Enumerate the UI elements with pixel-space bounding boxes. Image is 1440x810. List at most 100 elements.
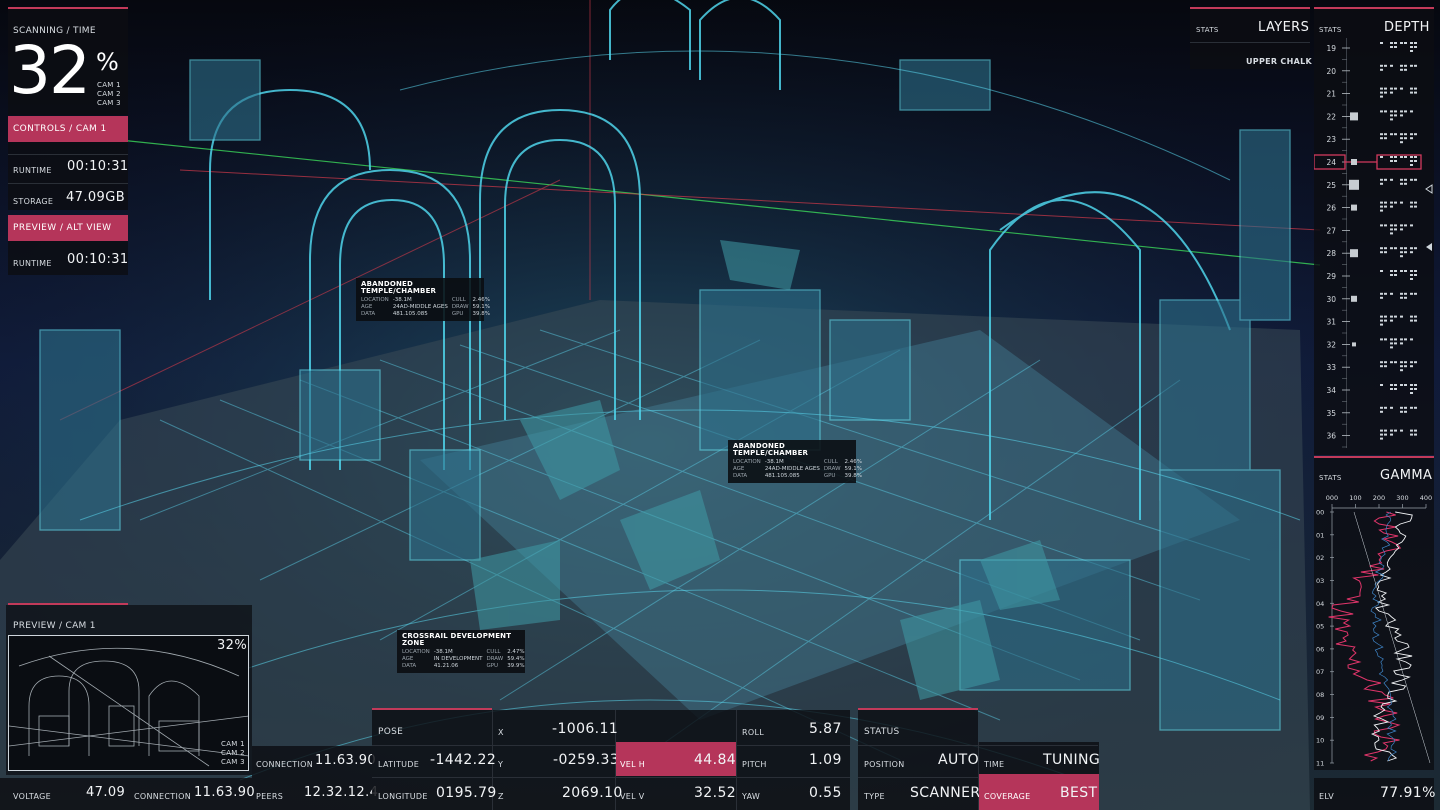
preview-cam-3: CAM 3 xyxy=(221,758,245,766)
depth-readout-dot xyxy=(1410,224,1413,227)
depth-readout-dot xyxy=(1390,133,1393,136)
depth-readout-dot xyxy=(1380,224,1383,227)
scene-tag-cell: AGE xyxy=(402,656,414,662)
depth-readout-dot xyxy=(1380,361,1383,364)
depth-readout-dot xyxy=(1400,296,1403,299)
depth-readout-dot xyxy=(1410,292,1413,295)
preview-thumbnail[interactable] xyxy=(8,635,249,771)
scene-tag-table: LOCATION -38.1M CULL 2.46% AGE 24AD-MIDDLE AG… xyxy=(361,297,494,318)
scene-tag-cell: DATA xyxy=(733,473,748,479)
depth-readout-dot xyxy=(1414,315,1417,318)
depth-readout-dot xyxy=(1394,42,1397,44)
depth-readout-dot xyxy=(1380,365,1383,368)
depth-tick-label: 32 xyxy=(1326,340,1336,349)
depth-title: DEPTH xyxy=(1384,20,1430,35)
depth-tick-label: 30 xyxy=(1326,295,1336,304)
gamma-trace-red xyxy=(1328,511,1402,762)
depth-readout-dot xyxy=(1410,384,1413,386)
depth-readout-dot xyxy=(1390,429,1393,432)
depth-readout-dot xyxy=(1400,255,1403,258)
yaw-label: YAW xyxy=(742,792,761,801)
alt-view-runtime-value: 00:10:31 xyxy=(67,252,129,267)
depth-readout-dot xyxy=(1410,315,1413,318)
scene-tag[interactable]: ABANDONED TEMPLE/CHAMBER LOCATION -38.1M C… xyxy=(728,440,862,483)
depth-tick-label: 36 xyxy=(1326,432,1336,441)
depth-readout-dot xyxy=(1394,228,1397,231)
alt-view-title[interactable]: PREVIEW / ALT VIEW xyxy=(8,215,128,241)
depth-readout-dot xyxy=(1414,270,1417,272)
scene-tag[interactable]: CROSSRAIL DEVELOPMENT ZONE LOCATION -38.1… xyxy=(397,630,525,673)
scene-tag-cell: DATA xyxy=(361,311,376,317)
depth-chart[interactable]: 19 20 21 22 23 24 25 26 27 28 29 30 31 32 33 34 35 36 xyxy=(1314,38,1434,452)
depth-readout-dot xyxy=(1414,406,1417,409)
layers-stats-label: STATS xyxy=(1196,26,1219,34)
depth-readout-dot xyxy=(1390,160,1393,162)
depth-readout-dot xyxy=(1384,201,1387,204)
depth-readout-dot xyxy=(1380,433,1383,436)
depth-readout-dot xyxy=(1380,247,1383,250)
divider xyxy=(372,745,850,746)
depth-readout-dot xyxy=(1414,205,1417,208)
depth-readout-dot xyxy=(1414,42,1417,44)
depth-tick-label: 31 xyxy=(1326,318,1336,327)
controls-storage-label: STORAGE xyxy=(13,197,54,206)
scene-tag-cell: AGE xyxy=(361,304,373,310)
gamma-y-tick-label: 06 xyxy=(1316,645,1324,653)
depth-readout-dot xyxy=(1390,118,1393,121)
depth-readout-dot xyxy=(1384,87,1387,90)
depth-readout-dot xyxy=(1414,160,1417,162)
scene-tag-cell: 59.1% xyxy=(844,466,863,472)
vel-h-value: 44.84 xyxy=(694,752,737,768)
scene-tag-cell: 39.8% xyxy=(844,473,863,479)
depth-readout-dot xyxy=(1410,406,1413,409)
depth-readout-dot xyxy=(1380,201,1383,204)
layers-item[interactable]: UPPER CHALK xyxy=(1246,57,1312,66)
position-value[interactable]: AUTO xyxy=(938,752,979,768)
preview-percent: 32% xyxy=(217,638,248,653)
scene-tag-cell: 481.105.085 xyxy=(764,473,800,479)
gamma-x-tick-label: 000 xyxy=(1326,494,1338,502)
depth-readout-dot xyxy=(1390,42,1393,44)
scene-tag-cell: 59.4% xyxy=(507,656,525,662)
depth-readout-dot xyxy=(1394,361,1397,364)
scene-tag-cell: 39.9% xyxy=(507,663,525,669)
depth-readout-dot xyxy=(1384,64,1387,67)
depth-readout-dot xyxy=(1400,247,1403,250)
depth-readout-dot xyxy=(1400,110,1403,113)
scene-tag-cell: LOCATION xyxy=(733,459,761,465)
depth-readout-dot xyxy=(1380,429,1383,432)
depth-tick-label: 26 xyxy=(1326,204,1336,213)
controls-storage-value: 47.09GB xyxy=(66,190,126,205)
depth-readout-dot xyxy=(1400,87,1403,90)
scene-tag-row: DATA 481.105.085 GPU 39.8% xyxy=(361,311,494,318)
depth-readout-dot xyxy=(1390,388,1393,390)
gamma-y-tick-label: 05 xyxy=(1316,623,1324,631)
depth-readout-dot xyxy=(1404,338,1407,341)
gamma-chart[interactable]: 000 100 200 300 400 00 01 02 03 04 05 06 07 08 09 10 11 xyxy=(1314,488,1434,770)
depth-readout-dot xyxy=(1410,64,1413,67)
depth-readout-dot xyxy=(1384,205,1387,208)
peers-value: 12.32.12.4 xyxy=(304,785,379,800)
scene-tag-cell: -38.1M xyxy=(764,459,784,465)
scene-tag-cell: IN DEVELOPMENT xyxy=(433,656,483,662)
scene-tag[interactable]: ABANDONED TEMPLE/CHAMBER LOCATION -38.1M C… xyxy=(356,278,490,321)
controls-title[interactable]: CONTROLS / CAM 1 xyxy=(8,116,128,142)
scene-tag-cell: 2.47% xyxy=(507,649,525,655)
depth-readout-dot xyxy=(1400,406,1403,409)
time-value[interactable]: TUNING xyxy=(1043,752,1100,768)
depth-readout-dot xyxy=(1414,247,1417,250)
depth-readout-dot xyxy=(1380,64,1383,67)
gamma-y-tick-label: 04 xyxy=(1316,600,1324,608)
depth-layer-block xyxy=(1351,295,1357,302)
coverage-value[interactable]: BEST xyxy=(1060,785,1098,801)
scene-tag-cell: 481.105.085 xyxy=(392,311,428,317)
depth-readout-dot xyxy=(1380,156,1383,158)
depth-readout-dot xyxy=(1390,315,1393,318)
type-value[interactable]: SCANNER xyxy=(910,785,981,801)
y-label: Y xyxy=(498,760,504,769)
pose-title: POSE xyxy=(378,727,404,737)
controls-runtime-label: RUNTIME xyxy=(13,166,52,175)
divider xyxy=(8,154,128,155)
depth-readout-dot xyxy=(1414,388,1417,390)
depth-readout-dot xyxy=(1410,319,1413,322)
